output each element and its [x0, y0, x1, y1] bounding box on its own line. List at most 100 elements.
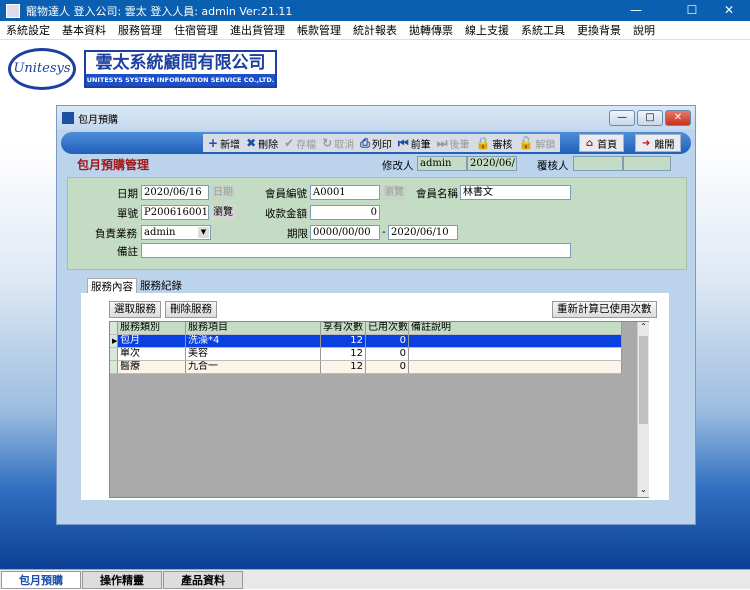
- bottom-tab-wizard[interactable]: 操作精靈: [82, 571, 162, 589]
- exit-label: 離開: [654, 139, 675, 151]
- menu-service-mgmt[interactable]: 服務管理: [112, 22, 168, 38]
- record-toolbar: + 新增 ✖ 刪除 ✔ 存檔 ↻ 取消 ⎙ 列印 ⏮ 前筆 ⏭ 後筆 🔒 審核 🔓 解鎖: [203, 134, 561, 152]
- order-browse-button[interactable]: 瀏覽: [211, 205, 235, 220]
- scroll-thumb[interactable]: [639, 336, 648, 424]
- menu-inventory-mgmt[interactable]: 進出貨管理: [224, 22, 291, 38]
- remove-service-button[interactable]: 刪除服務: [165, 301, 217, 318]
- window-title: 包月預購: [78, 114, 118, 126]
- menu-basic-data[interactable]: 基本資料: [56, 22, 112, 38]
- scroll-up-icon[interactable]: ⌃: [638, 322, 649, 334]
- approve-label: 審核: [492, 139, 513, 151]
- cell-category[interactable]: 單次: [118, 348, 186, 361]
- member-no-label: 會員編號: [265, 188, 307, 200]
- unlock-button[interactable]: 🔓 解鎖: [515, 136, 558, 151]
- column-header[interactable]: 備註說明: [409, 322, 622, 335]
- company-name: 雲太系統顧問有限公司: [95, 53, 266, 73]
- app-title: 寵物達人 登入公司: 雲太 登入人員: admin Ver:21.11: [26, 4, 293, 18]
- modified-date-field: 2020/06/16: [467, 156, 517, 171]
- prev-button[interactable]: ⏮ 前筆: [395, 136, 434, 151]
- print-button[interactable]: ⎙ 列印: [357, 136, 395, 151]
- cancel-button[interactable]: ↻ 取消: [319, 136, 357, 151]
- delete-label: 刪除: [258, 139, 279, 151]
- member-name-label: 會員名稱: [416, 188, 458, 200]
- add-button[interactable]: + 新增: [205, 136, 243, 151]
- close-button[interactable]: ✕: [706, 0, 750, 21]
- row-selector-header: [110, 322, 118, 335]
- approve-button[interactable]: 🔒 審核: [472, 136, 515, 151]
- reviewed-date-field: [623, 156, 671, 171]
- menu-system-settings[interactable]: 系統設定: [0, 22, 56, 38]
- column-header[interactable]: 服務項目: [186, 322, 321, 335]
- window-minimize-button[interactable]: —: [609, 110, 635, 126]
- cell-category[interactable]: 醫療: [118, 361, 186, 374]
- member-no-field[interactable]: A0001: [310, 185, 380, 200]
- select-service-button[interactable]: 選取服務: [109, 301, 161, 318]
- cell-category[interactable]: 包月: [118, 335, 186, 348]
- period-from-field[interactable]: 0000/00/00: [310, 225, 380, 240]
- menu-accounts-mgmt[interactable]: 帳款管理: [291, 22, 347, 38]
- prev-icon: ⏮: [397, 135, 409, 150]
- home-button[interactable]: ⌂ 首頁: [579, 134, 625, 152]
- member-name-field[interactable]: 林書文: [460, 185, 571, 200]
- menu-online-support[interactable]: 線上支援: [459, 22, 515, 38]
- recalc-usage-button[interactable]: 重新計算已使用次數: [552, 301, 657, 318]
- cell-entitled[interactable]: 12: [321, 361, 366, 374]
- cell-item[interactable]: 美容: [186, 348, 321, 361]
- cell-entitled[interactable]: 12: [321, 335, 366, 348]
- column-header[interactable]: 服務類別: [118, 322, 186, 335]
- column-header[interactable]: 享有次數: [321, 322, 366, 335]
- cell-used[interactable]: 0: [366, 361, 409, 374]
- minimize-button[interactable]: —: [613, 0, 659, 21]
- service-grid: 服務類別 服務項目 享有次數 已用次數 備註說明 ▶ 包月 洗澡*4 12 0 …: [109, 321, 649, 498]
- order-no-label: 單號: [117, 208, 138, 220]
- cell-item[interactable]: 九合一: [186, 361, 321, 374]
- window-icon: [62, 112, 74, 124]
- menu-system-tools[interactable]: 系統工具: [515, 22, 571, 38]
- amount-label: 收款金額: [265, 208, 307, 220]
- period-to-field[interactable]: 2020/06/10: [388, 225, 458, 240]
- window-close-button[interactable]: ✕: [665, 110, 691, 126]
- row-selector[interactable]: [110, 348, 118, 361]
- modifier-field: admin: [417, 156, 467, 171]
- sales-label: 負責業務: [95, 228, 137, 240]
- cell-note[interactable]: [409, 361, 622, 374]
- menu-help[interactable]: 說明: [627, 22, 661, 38]
- save-button[interactable]: ✔ 存檔: [281, 136, 319, 151]
- menu-change-background[interactable]: 更換背景: [571, 22, 627, 38]
- amount-field[interactable]: 0: [310, 205, 380, 220]
- next-label: 後筆: [449, 139, 470, 151]
- cell-used[interactable]: 0: [366, 348, 409, 361]
- row-selector[interactable]: [110, 361, 118, 374]
- menu-vouchers[interactable]: 拋轉傳票: [403, 22, 459, 38]
- cell-item[interactable]: 洗澡*4: [186, 335, 321, 348]
- menu-reports[interactable]: 統計報表: [347, 22, 403, 38]
- date-picker-button[interactable]: 日期: [211, 185, 235, 200]
- order-no-field[interactable]: P200616001: [141, 205, 209, 220]
- menu-lodging-mgmt[interactable]: 住宿管理: [168, 22, 224, 38]
- cell-entitled[interactable]: 12: [321, 348, 366, 361]
- exit-button[interactable]: ➜ 離開: [635, 134, 682, 152]
- period-label: 期限: [287, 228, 308, 240]
- cell-note[interactable]: [409, 335, 622, 348]
- table-row[interactable]: 醫療 九合一 12 0: [110, 361, 622, 374]
- date-field[interactable]: 2020/06/16: [141, 185, 209, 200]
- vertical-scrollbar[interactable]: ⌃ ⌄: [637, 322, 649, 497]
- column-header[interactable]: 已用次數: [366, 322, 409, 335]
- chevron-down-icon[interactable]: ▼: [198, 227, 209, 238]
- cell-note[interactable]: [409, 348, 622, 361]
- bottom-tab-monthly-prepay[interactable]: 包月預購: [1, 571, 81, 589]
- sales-select[interactable]: admin ▼: [141, 225, 211, 240]
- note-field[interactable]: [141, 243, 571, 258]
- modifier-label: 修改人: [382, 160, 414, 172]
- next-button[interactable]: ⏭ 後筆: [434, 136, 473, 151]
- next-icon: ⏭: [436, 135, 448, 150]
- window-maximize-button[interactable]: □: [637, 110, 663, 126]
- table-row[interactable]: ▶ 包月 洗澡*4 12 0: [110, 335, 622, 348]
- delete-button[interactable]: ✖ 刪除: [243, 136, 281, 151]
- bottom-tab-products[interactable]: 產品資料: [163, 571, 243, 589]
- company-logo: Unitesys: [8, 48, 76, 90]
- scroll-down-icon[interactable]: ⌄: [638, 485, 649, 497]
- member-browse-button[interactable]: 瀏覽: [382, 185, 406, 200]
- table-row[interactable]: 單次 美容 12 0: [110, 348, 622, 361]
- cell-used[interactable]: 0: [366, 335, 409, 348]
